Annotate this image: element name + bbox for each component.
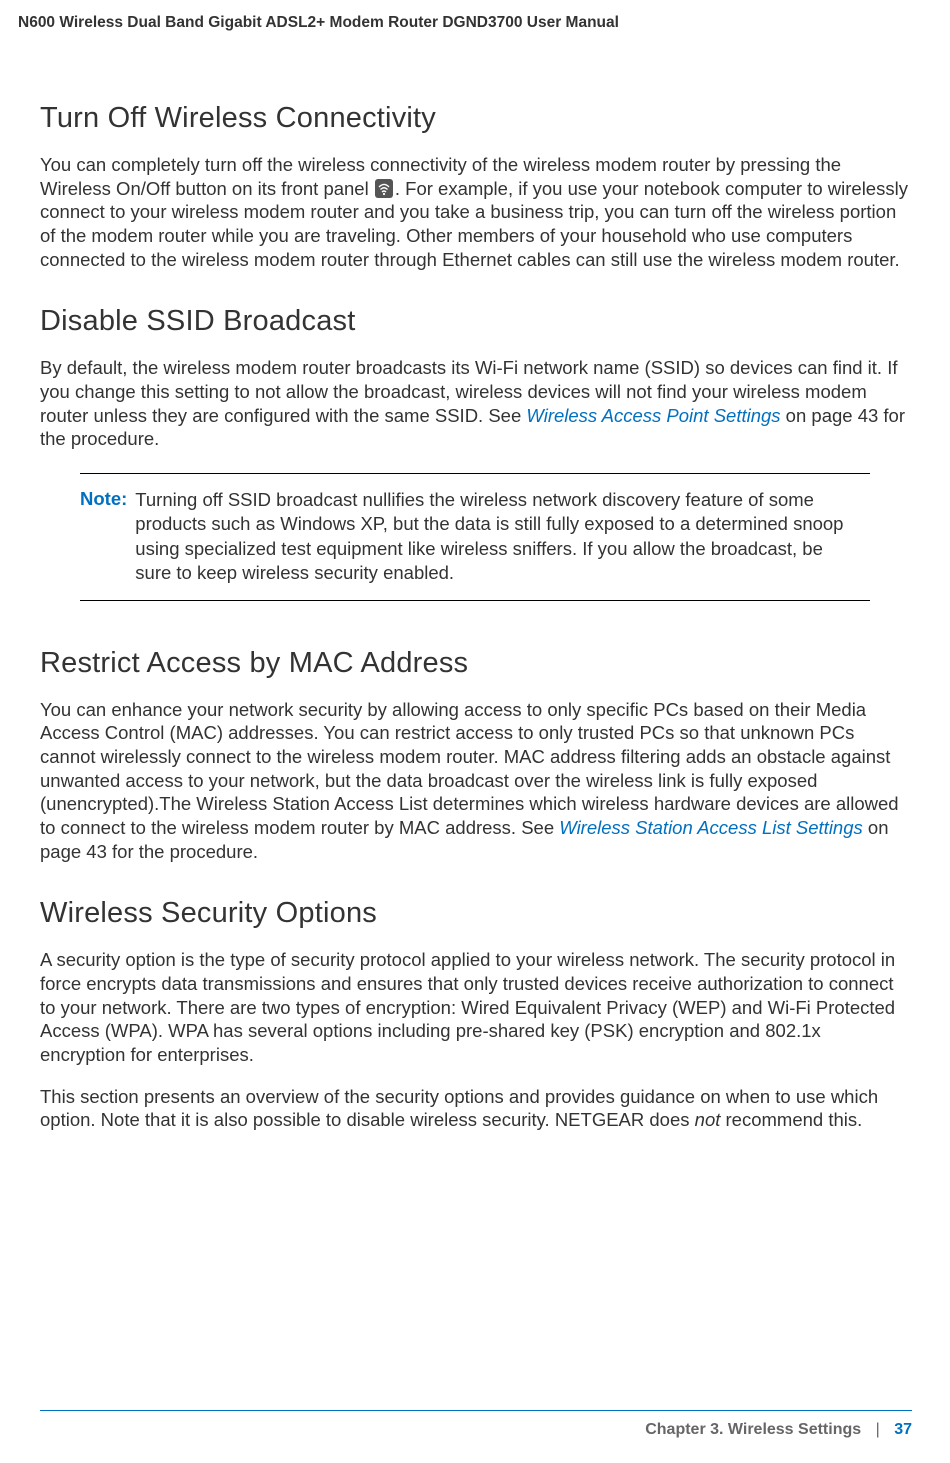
note-box: Note: Turning off SSID broadcast nullifi… xyxy=(80,473,870,601)
link-wireless-station-access[interactable]: Wireless Station Access List Settings xyxy=(559,817,863,838)
section-restrict-mac: Restrict Access by MAC Address You can e… xyxy=(40,647,910,864)
link-wireless-ap-settings[interactable]: Wireless Access Point Settings xyxy=(526,405,780,426)
paragraph-restrict-mac: You can enhance your network security by… xyxy=(40,698,910,864)
section-wireless-security-options: Wireless Security Options A security opt… xyxy=(40,897,910,1132)
heading-disable-ssid: Disable SSID Broadcast xyxy=(40,305,910,338)
paragraph-turn-off-wireless: You can completely turn off the wireless… xyxy=(40,153,910,271)
section-disable-ssid: Disable SSID Broadcast By default, the w… xyxy=(40,305,910,600)
footer-page-number: 37 xyxy=(894,1421,912,1438)
page-content: Turn Off Wireless Connectivity You can c… xyxy=(0,32,950,1132)
wifi-button-icon xyxy=(375,179,393,198)
section-turn-off-wireless: Turn Off Wireless Connectivity You can c… xyxy=(40,102,910,271)
emphasis-not: not xyxy=(695,1109,721,1130)
paragraph-security-options-2: This section presents an overview of the… xyxy=(40,1085,910,1132)
paragraph-security-options-1: A security option is the type of securit… xyxy=(40,948,910,1066)
note-label: Note: xyxy=(80,488,127,510)
heading-turn-off-wireless: Turn Off Wireless Connectivity xyxy=(40,102,910,135)
page-footer: Chapter 3. Wireless Settings | 37 xyxy=(40,1410,912,1439)
footer-chapter: Chapter 3. Wireless Settings xyxy=(645,1421,861,1438)
page-header: N600 Wireless Dual Band Gigabit ADSL2+ M… xyxy=(0,0,950,32)
header-title: N600 Wireless Dual Band Gigabit ADSL2+ M… xyxy=(18,14,619,31)
heading-wireless-security-options: Wireless Security Options xyxy=(40,897,910,930)
paragraph-text: recommend this. xyxy=(720,1109,862,1130)
footer-separator: | xyxy=(876,1421,880,1438)
note-text: Turning off SSID broadcast nullifies the… xyxy=(135,488,860,586)
paragraph-disable-ssid: By default, the wireless modem router br… xyxy=(40,356,910,451)
heading-restrict-mac: Restrict Access by MAC Address xyxy=(40,647,910,680)
